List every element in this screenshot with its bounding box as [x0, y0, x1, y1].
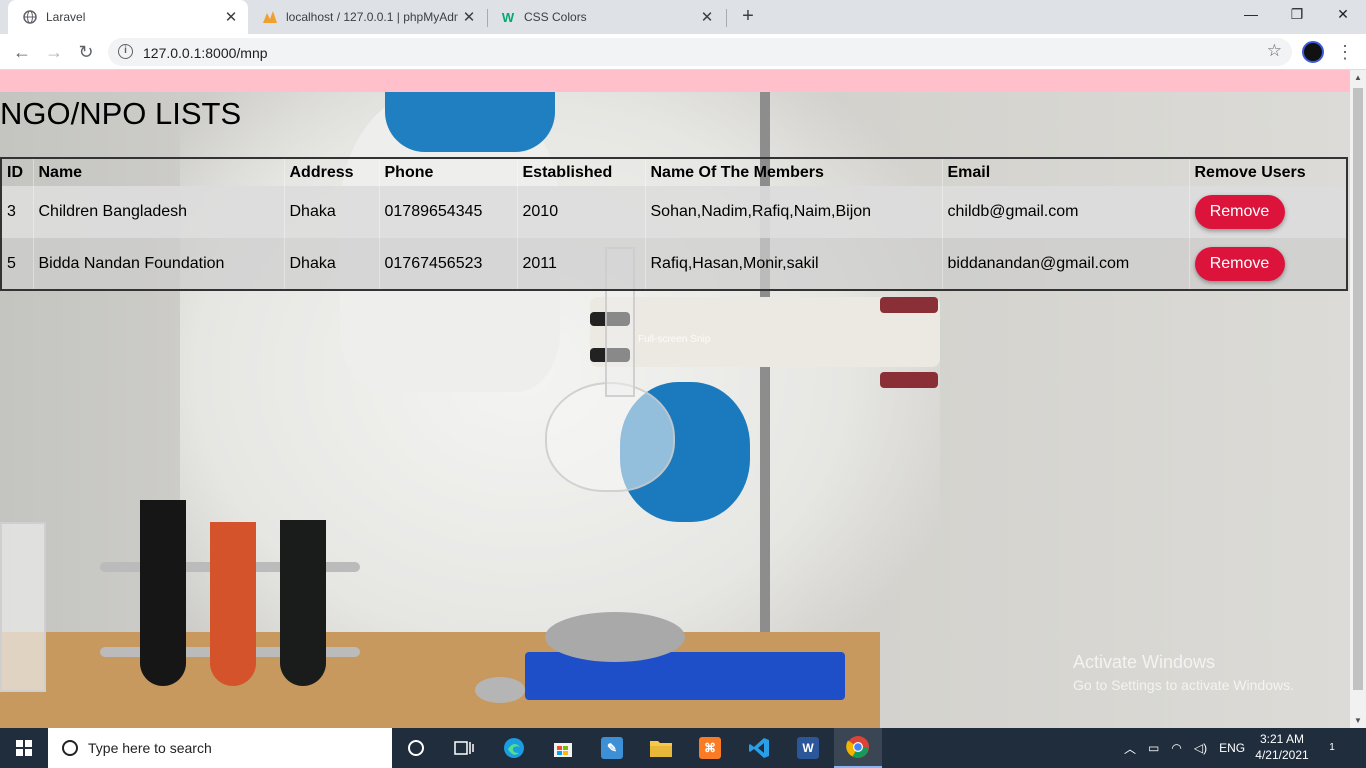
browser-toolbar: ← → ↻ i 127.0.0.1:8000/mnp ☆ ⋮ — [0, 34, 1366, 70]
new-tab-plus-icon[interactable]: + — [736, 5, 760, 29]
column-header: Name — [33, 158, 285, 186]
profile-avatar[interactable] — [1302, 41, 1324, 63]
back-arrow-icon[interactable]: ← — [8, 38, 36, 66]
cell-address: Dhaka — [284, 238, 380, 290]
file-explorer-icon[interactable] — [637, 728, 685, 768]
search-icon — [62, 740, 78, 756]
restore-icon[interactable]: ❐ — [1274, 0, 1320, 30]
tab-css-colors[interactable]: W CSS Colors ✕ — [486, 0, 724, 34]
windows-taskbar: Type here to search ✎ ⌘ W ︿ ▭ ◠ ◁) ENG 3… — [0, 728, 1366, 768]
column-header: Remove Users — [1189, 158, 1348, 186]
tab-strip: Laravel ✕ localhost / 127.0.0.1 | phpMyA… — [0, 0, 1366, 34]
volume-icon[interactable]: ◁) — [1194, 741, 1207, 755]
wifi-icon[interactable]: ◠ — [1171, 741, 1181, 755]
reload-icon[interactable]: ↻ — [72, 38, 100, 66]
language-indicator[interactable]: ENG — [1219, 741, 1245, 755]
close-icon[interactable]: ✕ — [458, 8, 480, 26]
bookmark-star-icon[interactable]: ☆ — [1267, 41, 1282, 61]
phpmyadmin-icon — [262, 9, 278, 25]
column-header: Email — [942, 158, 1190, 186]
battery-icon[interactable]: ▭ — [1148, 741, 1159, 755]
url-text[interactable]: 127.0.0.1:8000/mnp — [143, 45, 268, 61]
clock[interactable]: 3:21 AM 4/21/2021 — [1250, 731, 1314, 763]
cell-phone: 01789654345 — [379, 186, 518, 238]
scroll-down-icon[interactable]: ▼ — [1350, 716, 1366, 725]
tab-title: localhost / 127.0.0.1 | phpMyAdmin — [286, 10, 458, 24]
tab-title: Laravel — [46, 10, 86, 24]
cell-email: biddanandan@gmail.com — [942, 238, 1190, 290]
column-header: ID — [1, 158, 34, 186]
system-tray: ︿ ▭ ◠ ◁) ENG — [1118, 728, 1251, 768]
address-bar[interactable]: i 127.0.0.1:8000/mnp ☆ — [108, 38, 1292, 66]
notification-count: 1 — [1329, 742, 1335, 753]
cell-action: Remove — [1189, 238, 1348, 290]
scroll-up-icon[interactable]: ▲ — [1350, 73, 1366, 82]
column-header: Established — [517, 158, 646, 186]
scrollbar-thumb[interactable] — [1353, 88, 1363, 690]
column-header: Phone — [379, 158, 518, 186]
close-icon[interactable]: ✕ — [696, 8, 718, 26]
clock-date: 4/21/2021 — [1255, 748, 1309, 762]
cell-action: Remove — [1189, 186, 1348, 238]
cortana-icon[interactable] — [392, 728, 440, 768]
tab-phpmyadmin[interactable]: localhost / 127.0.0.1 | phpMyAdmin ✕ — [248, 0, 486, 34]
ngo-table: ID Name Address Phone Established Name O… — [0, 157, 1348, 291]
globe-icon — [22, 9, 38, 25]
w3schools-icon: W — [501, 9, 515, 25]
start-button[interactable] — [0, 728, 48, 768]
notification-icon[interactable]: 1 — [1322, 737, 1342, 757]
cell-established: 2011 — [517, 238, 646, 290]
store-icon[interactable] — [539, 728, 587, 768]
tab-divider — [726, 9, 727, 27]
windows-logo-icon — [16, 740, 32, 756]
more-menu-icon[interactable]: ⋮ — [1336, 38, 1354, 66]
tab-laravel[interactable]: Laravel ✕ — [8, 0, 248, 34]
vscode-icon[interactable] — [735, 728, 783, 768]
window-close-icon[interactable]: ✕ — [1320, 0, 1366, 30]
table-row: 5 Bidda Nandan Foundation Dhaka 01767456… — [1, 238, 1348, 290]
watermark-subtitle: Go to Settings to activate Windows. — [1073, 677, 1294, 693]
minimize-icon[interactable]: — — [1228, 0, 1274, 30]
cell-phone: 01767456523 — [379, 238, 518, 290]
remove-button[interactable]: Remove — [1194, 195, 1285, 229]
cell-email: childb@gmail.com — [942, 186, 1190, 238]
cell-id: 5 — [1, 238, 34, 290]
watermark-title: Activate Windows — [1073, 652, 1216, 672]
search-placeholder: Type here to search — [88, 740, 212, 756]
clock-time: 3:21 AM — [1259, 732, 1305, 746]
activate-windows-watermark: Activate Windows Go to Settings to activ… — [1073, 652, 1294, 693]
cell-name: Children Bangladesh — [33, 186, 285, 238]
cell-members: Rafiq,Hasan,Monir,sakil — [645, 238, 943, 290]
cell-address: Dhaka — [284, 186, 380, 238]
cell-name: Bidda Nandan Foundation — [33, 238, 285, 290]
close-icon[interactable]: ✕ — [220, 8, 242, 26]
page-title: NGO/NPO LISTS — [0, 96, 242, 131]
chevron-up-icon[interactable]: ︿ — [1124, 740, 1136, 757]
page-scrollbar[interactable]: ▲ ▼ — [1350, 70, 1366, 728]
forward-arrow-icon[interactable]: → — [40, 38, 68, 66]
column-header: Address — [284, 158, 380, 186]
remove-button[interactable]: Remove — [1194, 246, 1285, 281]
task-view-icon[interactable] — [440, 728, 488, 768]
cell-established: 2010 — [517, 186, 646, 238]
site-info-icon[interactable]: i — [118, 44, 133, 59]
table-row: 3 Children Bangladesh Dhaka 01789654345 … — [1, 186, 1348, 238]
paint-icon[interactable]: ✎ — [588, 728, 636, 768]
top-bar — [0, 70, 1350, 92]
taskbar-search[interactable]: Type here to search — [48, 728, 392, 768]
cell-members: Sohan,Nadim,Rafiq,Naim,Bijon — [645, 186, 943, 238]
page-viewport: NGO/NPO LISTS ID Name Address Phone Esta… — [0, 70, 1350, 728]
edge-icon[interactable] — [490, 728, 538, 768]
chrome-icon[interactable] — [834, 728, 882, 768]
table-header-row: ID Name Address Phone Established Name O… — [1, 158, 1348, 186]
column-header: Name Of The Members — [645, 158, 943, 186]
cell-id: 3 — [1, 186, 34, 238]
xampp-icon[interactable]: ⌘ — [686, 728, 734, 768]
snip-hint: Full-screen Snip — [638, 334, 711, 345]
word-icon[interactable]: W — [784, 728, 832, 768]
tab-title: CSS Colors — [524, 10, 587, 24]
